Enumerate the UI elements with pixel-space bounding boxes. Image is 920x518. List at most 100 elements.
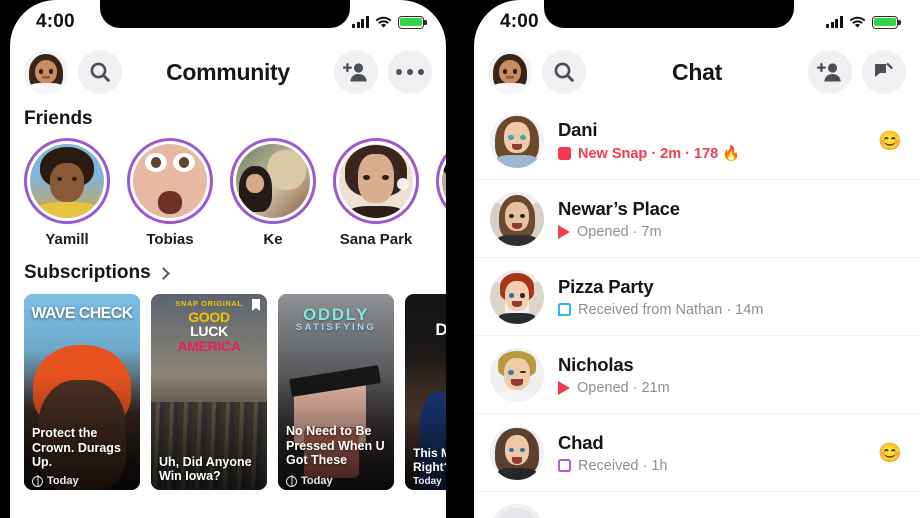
chat-status-text: Received · 1h: [578, 457, 668, 474]
battery-full-icon: [398, 15, 427, 29]
status-bar: 4:00: [10, 0, 446, 44]
status-indicators: [352, 15, 427, 29]
signal-bars-icon: [826, 16, 843, 28]
friend-name: Tobias: [146, 231, 194, 248]
chat-status-text: Opened · 7m: [577, 223, 662, 240]
card-meta: Today: [32, 475, 79, 487]
two-phone-screenshot: 4:00 Community Friends Yamill Tobias Ke …: [0, 0, 920, 518]
chat-avatar: [490, 347, 544, 402]
chat-status: New Snap · 2m · 178 🔥: [558, 145, 864, 162]
chat-status-text: Opened · 21m: [577, 379, 670, 396]
friendship-emoji: 😊: [878, 130, 902, 152]
chat-status: Received from Nathan · 14m: [558, 302, 888, 318]
chat-nav-bar: Chat: [474, 44, 920, 100]
friend-avatar: [236, 144, 310, 218]
chat-status-text: New Snap · 2m · 178 🔥: [578, 146, 741, 162]
friend-avatar: [133, 144, 207, 218]
card-logo: WAVE CHECK: [31, 305, 133, 322]
add-friend-icon[interactable]: [808, 50, 852, 94]
friends-section-header: Friends: [10, 100, 446, 136]
phone-right-chat: 4:00 Chat Dani New Snap · 2m · 178 🔥 😊 N…: [474, 0, 920, 518]
chat-name: Nicholas: [558, 353, 634, 375]
chat-row[interactable]: Nicholas Opened · 21m: [474, 336, 920, 414]
signal-bars-icon: [352, 16, 369, 28]
friend-item[interactable]: Sana Park: [333, 138, 419, 248]
card-caption: Protect the Crown. Durags Up.: [32, 425, 121, 470]
card-meta: Today: [413, 476, 442, 487]
chat-status-text: Received from Nathan · 14m: [578, 301, 764, 318]
chat-status: Opened · 21m: [558, 380, 888, 396]
friend-item[interactable]: Dar: [436, 138, 446, 248]
add-friend-icon[interactable]: [334, 50, 378, 94]
friend-name: Dar: [436, 231, 446, 248]
friends-section-title: Friends: [24, 108, 93, 129]
friend-item[interactable]: Tobias: [127, 138, 213, 248]
chat-name: Pizza Party: [558, 275, 654, 297]
friend-item[interactable]: Ke: [230, 138, 316, 248]
chat-avatar: [490, 113, 544, 168]
community-nav-bar: Community: [10, 44, 446, 100]
chevron-right-icon: [156, 267, 170, 280]
friend-item[interactable]: Yamill: [24, 138, 110, 248]
card-meta-text: Today: [301, 475, 333, 487]
subscriptions-carousel[interactable]: WAVE CHECK Protect the Crown. Durags Up.…: [10, 290, 446, 490]
globe-icon: [286, 475, 297, 487]
friendship-emoji: 😊: [878, 442, 902, 464]
friend-story-ring[interactable]: [127, 138, 213, 224]
chat-row[interactable]: Newar’s Place Opened · 7m: [474, 180, 920, 258]
friend-story-ring[interactable]: [436, 138, 446, 224]
subscriptions-section-header[interactable]: Subscriptions: [10, 248, 446, 290]
friend-story-ring[interactable]: [230, 138, 316, 224]
purple-outline-square-icon: [558, 459, 571, 472]
subscription-card[interactable]: SNAP ORIGINAL GOOD LUCK AMERICA Uh, Did …: [151, 294, 267, 490]
profile-bitmoji-avatar[interactable]: [24, 50, 68, 94]
chat-status: Received · 1h: [558, 458, 864, 474]
profile-bitmoji-avatar[interactable]: [488, 50, 532, 94]
card-badge: SNAP: [405, 299, 446, 308]
chat-row[interactable]: Dani New Snap · 2m · 178 🔥 😊: [474, 102, 920, 180]
new-chat-icon[interactable]: [862, 50, 906, 94]
status-clock: 4:00: [500, 11, 539, 32]
friend-story-ring[interactable]: [333, 138, 419, 224]
chat-list[interactable]: Dani New Snap · 2m · 178 🔥 😊 Newar’s Pla…: [474, 100, 920, 518]
opened-arrow-icon: [558, 380, 570, 395]
card-meta-text: Today: [413, 476, 442, 487]
friend-avatar: [339, 144, 413, 218]
chat-name: Newar’s Place: [558, 197, 680, 219]
chat-row[interactable]: Chad Received · 1h 😊: [474, 414, 920, 492]
subscriptions-section-title: Subscriptions: [24, 262, 151, 283]
subscription-card[interactable]: WAVE CHECK Protect the Crown. Durags Up.…: [24, 294, 140, 490]
phone-left-community: 4:00 Community Friends Yamill Tobias Ke …: [10, 0, 446, 518]
subscription-card[interactable]: SNAP DEN DEATH This Mo Awkwa Right? Toda…: [405, 294, 446, 490]
search-icon[interactable]: [78, 50, 122, 94]
chat-status: Opened · 7m: [558, 224, 888, 240]
card-logo: GOOD LUCK AMERICA: [177, 309, 241, 354]
friend-name: Ke: [263, 231, 283, 248]
more-options-icon[interactable]: [388, 50, 432, 94]
friends-carousel[interactable]: Yamill Tobias Ke Sana Park: [10, 136, 446, 248]
search-icon[interactable]: [542, 50, 586, 94]
friend-name: Sana Park: [339, 231, 413, 248]
friend-name: Yamill: [45, 231, 89, 248]
card-logo: DEN DEATH: [435, 320, 446, 340]
card-caption: This Mo Awkwa Right?: [413, 445, 446, 474]
friend-story-ring[interactable]: [24, 138, 110, 224]
chat-avatar: [490, 191, 544, 246]
subscription-card[interactable]: ODDLY SATISFYING No Need to Be Pressed W…: [278, 294, 394, 490]
chat-avatar: [490, 504, 544, 518]
chat-row[interactable]: Pizza Party Received from Nathan · 14m: [474, 258, 920, 336]
card-caption: No Need to Be Pressed When U Got These: [286, 423, 385, 468]
card-badge: SNAP ORIGINAL: [175, 299, 243, 308]
wifi-icon: [849, 16, 866, 28]
chat-row-partial[interactable]: [474, 492, 920, 518]
status-clock: 4:00: [36, 11, 75, 32]
chat-avatar: [490, 425, 544, 480]
friend-avatar: [442, 144, 446, 218]
friend-avatar: [30, 144, 104, 218]
card-meta: Today: [286, 475, 333, 487]
card-meta-text: Today: [47, 475, 79, 487]
opened-arrow-icon: [558, 224, 570, 239]
card-caption: Uh, Did Anyone Win Iowa?: [159, 454, 252, 484]
chat-name: Dani: [558, 119, 598, 140]
status-bar: 4:00: [474, 0, 920, 44]
